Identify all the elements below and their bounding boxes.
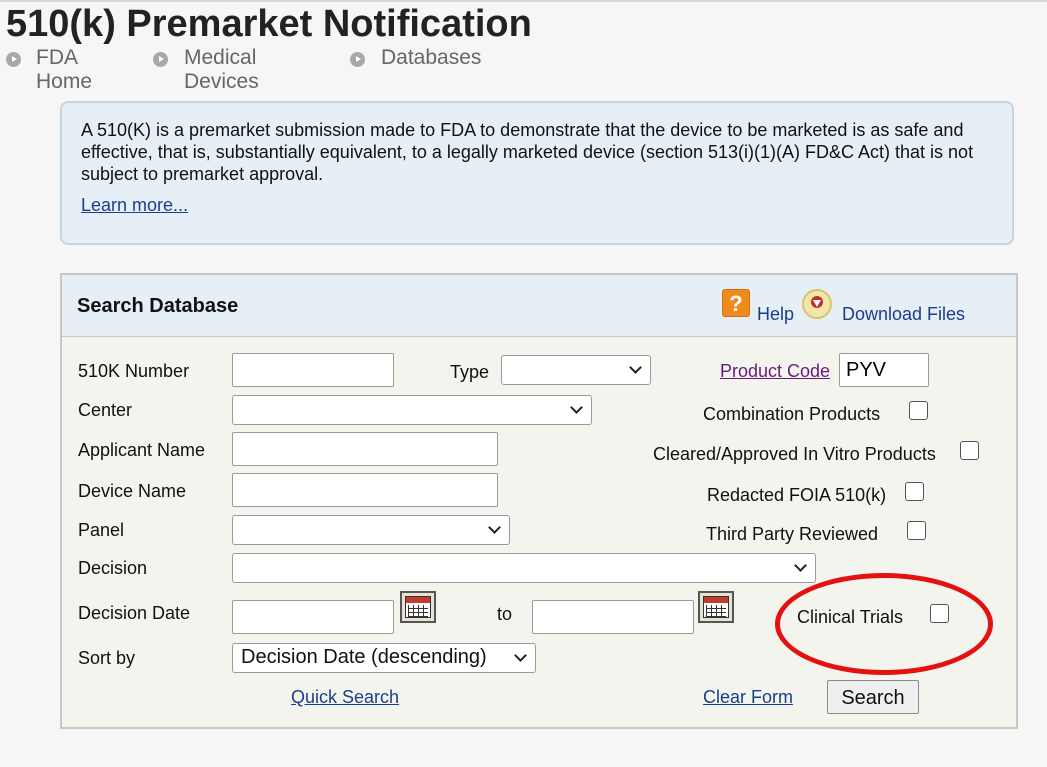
breadcrumb-fda-home[interactable]: FDA Home <box>36 46 92 94</box>
product-code-input[interactable] <box>839 353 929 387</box>
highlight-ellipse <box>775 573 993 675</box>
510k-number-input[interactable] <box>232 353 394 387</box>
chevron-down-icon <box>794 559 807 572</box>
combination-products-checkbox[interactable] <box>909 401 928 420</box>
help-link[interactable]: Help <box>757 304 794 325</box>
calendar-icon[interactable] <box>698 591 734 623</box>
applicant-name-label: Applicant Name <box>78 440 206 460</box>
device-name-label: Device Name <box>78 481 187 501</box>
info-description: A 510(K) is a premarket submission made … <box>81 120 974 184</box>
center-label: Center <box>78 400 133 420</box>
sort-by-select-value: Decision Date (descending) <box>241 646 487 668</box>
calendar-face <box>405 596 431 618</box>
panel-label: Panel <box>78 520 125 540</box>
calendar-grid <box>408 605 428 617</box>
search-button[interactable]: Search <box>827 680 919 714</box>
combination-products-label: Combination Products <box>703 404 881 424</box>
decision-date-label: Decision Date <box>78 603 191 623</box>
chevron-down-icon <box>570 401 583 414</box>
type-select[interactable] <box>501 355 651 385</box>
sort-by-select[interactable]: Decision Date (descending) <box>232 643 536 673</box>
chevron-down-icon <box>514 649 527 662</box>
info-box: A 510(K) is a premarket submission made … <box>60 101 1014 245</box>
download-icon[interactable] <box>802 289 832 319</box>
cleared-ivd-checkbox[interactable] <box>960 441 979 460</box>
cleared-ivd-label: Cleared/Approved In Vitro Products <box>653 444 936 464</box>
breadcrumb-bullet-icon <box>153 52 168 67</box>
product-code-link[interactable]: Product Code <box>720 361 830 382</box>
calendar-face <box>703 596 729 618</box>
redacted-foia-label: Redacted FOIA 510(k) <box>707 485 887 505</box>
help-icon[interactable]: ? <box>722 289 750 317</box>
clear-form-link[interactable]: Clear Form <box>703 687 793 708</box>
calendar-grid <box>706 605 726 617</box>
510k-number-label: 510K Number <box>78 361 190 381</box>
learn-more-link[interactable]: Learn more... <box>81 195 188 216</box>
date-to-label: to <box>497 604 513 624</box>
third-party-reviewed-label: Third Party Reviewed <box>706 524 879 544</box>
download-files-link[interactable]: Download Files <box>842 304 965 325</box>
sort-by-label: Sort by <box>78 648 136 668</box>
chevron-down-icon <box>629 361 642 374</box>
breadcrumb-databases[interactable]: Databases <box>381 46 481 70</box>
type-label: Type <box>450 362 490 382</box>
calendar-header <box>406 597 430 603</box>
breadcrumb-bullet-icon <box>350 52 365 67</box>
quick-search-link[interactable]: Quick Search <box>291 687 399 708</box>
center-select[interactable] <box>232 395 592 425</box>
third-party-reviewed-checkbox[interactable] <box>907 521 926 540</box>
panel-select[interactable] <box>232 515 510 545</box>
redacted-foia-checkbox[interactable] <box>905 482 924 501</box>
decision-date-to-input[interactable] <box>532 600 694 634</box>
applicant-name-input[interactable] <box>232 432 498 466</box>
decision-select[interactable] <box>232 553 816 583</box>
device-name-input[interactable] <box>232 473 498 507</box>
search-panel-title: Search Database <box>77 295 239 317</box>
search-panel-header: Search Database ? Help Download Files <box>62 275 1016 337</box>
chevron-down-icon <box>488 521 501 534</box>
decision-label: Decision <box>78 558 148 578</box>
breadcrumb-bullet-icon <box>6 52 21 67</box>
breadcrumb-medical-devices[interactable]: Medical Devices <box>184 46 259 94</box>
page-title: 510(k) Premarket Notification <box>6 3 532 45</box>
calendar-header <box>704 597 728 603</box>
decision-date-from-input[interactable] <box>232 600 394 634</box>
calendar-icon[interactable] <box>400 591 436 623</box>
